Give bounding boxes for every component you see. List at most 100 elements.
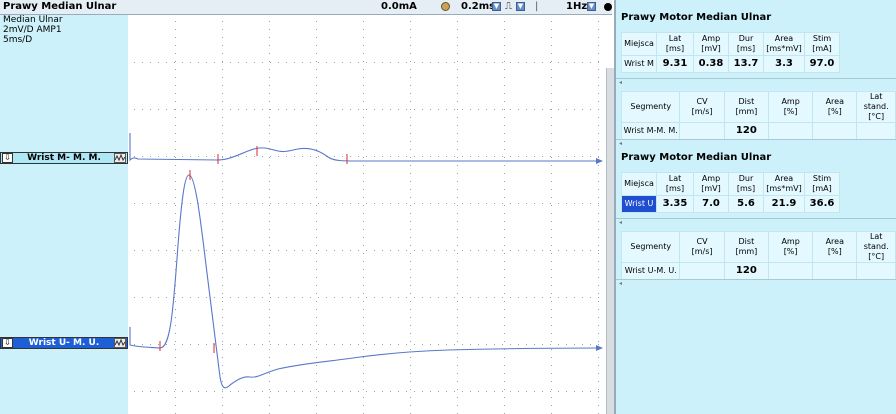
table-row[interactable]: Wrist M 9.31 0.38 13.7 3.3 97.0: [621, 55, 840, 73]
grid-dot: [504, 205, 505, 206]
site-name[interactable]: Wrist M: [621, 55, 657, 73]
site-name-selected[interactable]: Wrist U: [621, 195, 657, 213]
grid-dot: [478, 391, 479, 392]
grid-dot: [486, 344, 487, 345]
arrow-down-icon[interactable]: ⇩: [2, 153, 13, 163]
grid-dot: [504, 365, 505, 366]
trace-label-wrist-m[interactable]: ⇩ Wrist M- M. M.: [0, 152, 128, 164]
grid-dot: [222, 293, 223, 294]
grid-dot: [551, 229, 552, 230]
filter-dropdown-icon[interactable]: ▼: [587, 2, 596, 11]
grid-dot: [486, 297, 487, 298]
grid-dot: [269, 333, 270, 334]
sweep-speed-dropdown-icon[interactable]: ▼: [492, 2, 501, 11]
waveform-plot[interactable]: [128, 15, 606, 414]
waveform-settings-icon[interactable]: [114, 338, 126, 348]
grid-dot: [175, 245, 176, 246]
grid-dot: [334, 109, 335, 110]
grid-dot: [363, 197, 364, 198]
waveform-settings-icon[interactable]: [114, 153, 126, 163]
grid-dot: [363, 237, 364, 238]
grid-dot: [504, 405, 505, 406]
segment-name[interactable]: Wrist M-M. M.: [620, 122, 681, 140]
grid-dot: [246, 203, 247, 204]
grid-dot: [430, 344, 431, 345]
recording-settings: Median Ulnar 2mV/D AMP1 5ms/D: [3, 15, 63, 45]
table-row[interactable]: Wrist M-M. M. 120: [620, 122, 896, 140]
plot-scrollbar[interactable]: [606, 68, 614, 414]
grid-dot: [446, 391, 447, 392]
grid-dot: [390, 62, 391, 63]
segment-name[interactable]: Wrist U-M. U.: [620, 262, 681, 280]
grid-dot: [254, 109, 255, 110]
grid-dot: [410, 189, 411, 190]
col-header: Dist [mm]: [723, 231, 770, 263]
grid-dot: [504, 37, 505, 38]
grid-dot: [374, 203, 375, 204]
grid-dot: [457, 165, 458, 166]
grid-dot: [214, 250, 215, 251]
grid-dot: [502, 391, 503, 392]
results-panel: Prawy Motor Median Ulnar Miejsca Lat [ms…: [614, 0, 896, 414]
grid-dot: [438, 391, 439, 392]
grid-dot: [206, 297, 207, 298]
grid-dot: [206, 62, 207, 63]
grid-dot: [504, 93, 505, 94]
grid-dot: [550, 109, 551, 110]
grid-dot: [363, 301, 364, 302]
record-icon[interactable]: [604, 3, 612, 11]
grid-dot: [222, 237, 223, 238]
amp-pct-value: [768, 262, 814, 280]
grid-dot: [222, 297, 223, 298]
grid-dot: [334, 391, 335, 392]
pulse-dropdown-icon[interactable]: ▼: [516, 2, 525, 11]
arrow-down-icon[interactable]: ⇩: [2, 338, 13, 348]
grid-dot: [590, 62, 591, 63]
grid-dot: [316, 309, 317, 310]
grid-dot: [269, 157, 270, 158]
grid-dot: [551, 101, 552, 102]
grid-dot: [278, 62, 279, 63]
grid-dot: [316, 397, 317, 398]
grid-dot: [198, 156, 199, 157]
grid-dot: [551, 245, 552, 246]
grid-dot: [326, 109, 327, 110]
grid-dot: [269, 165, 270, 166]
grid-dot: [363, 109, 364, 110]
grid-dot: [222, 149, 223, 150]
grid-dot: [363, 269, 364, 270]
grid-dot: [446, 344, 447, 345]
grid-dot: [222, 229, 223, 230]
grid-dot: [286, 297, 287, 298]
grid-dot: [363, 253, 364, 254]
toolbar-separator: |: [535, 1, 539, 12]
stimulus-indicator-icon[interactable]: [441, 2, 450, 11]
grid-dot: [478, 203, 479, 204]
grid-dot: [398, 156, 399, 157]
table-row[interactable]: Wrist U-M. U. 120: [620, 262, 896, 280]
grid-dot: [316, 341, 317, 342]
grid-dot: [238, 62, 239, 63]
grid-dot: [470, 62, 471, 63]
trace-label-wrist-u[interactable]: ⇩ Wrist U- M. U.: [0, 337, 128, 349]
grid-dot: [598, 405, 599, 406]
grid-dot: [551, 85, 552, 86]
grid-dot: [270, 297, 271, 298]
grid-dot: [504, 333, 505, 334]
grid-dot: [230, 297, 231, 298]
grid-dot: [374, 62, 375, 63]
grid-dot: [457, 117, 458, 118]
grid-dot: [342, 250, 343, 251]
table-row[interactable]: Wrist U 3.35 7.0 5.6 21.9 36.6: [621, 195, 840, 213]
grid-dot: [551, 21, 552, 22]
grid-dot: [269, 381, 270, 382]
col-header: Area [ms*mV]: [763, 172, 805, 196]
grid-dot: [363, 365, 364, 366]
grid-dot: [504, 141, 505, 142]
grid-dot: [262, 250, 263, 251]
distance-value: 120: [723, 122, 770, 140]
grid-dot: [190, 62, 191, 63]
grid-dot: [206, 203, 207, 204]
grid-dot: [457, 253, 458, 254]
pulse-shape-icon[interactable]: ⎍: [505, 1, 512, 12]
